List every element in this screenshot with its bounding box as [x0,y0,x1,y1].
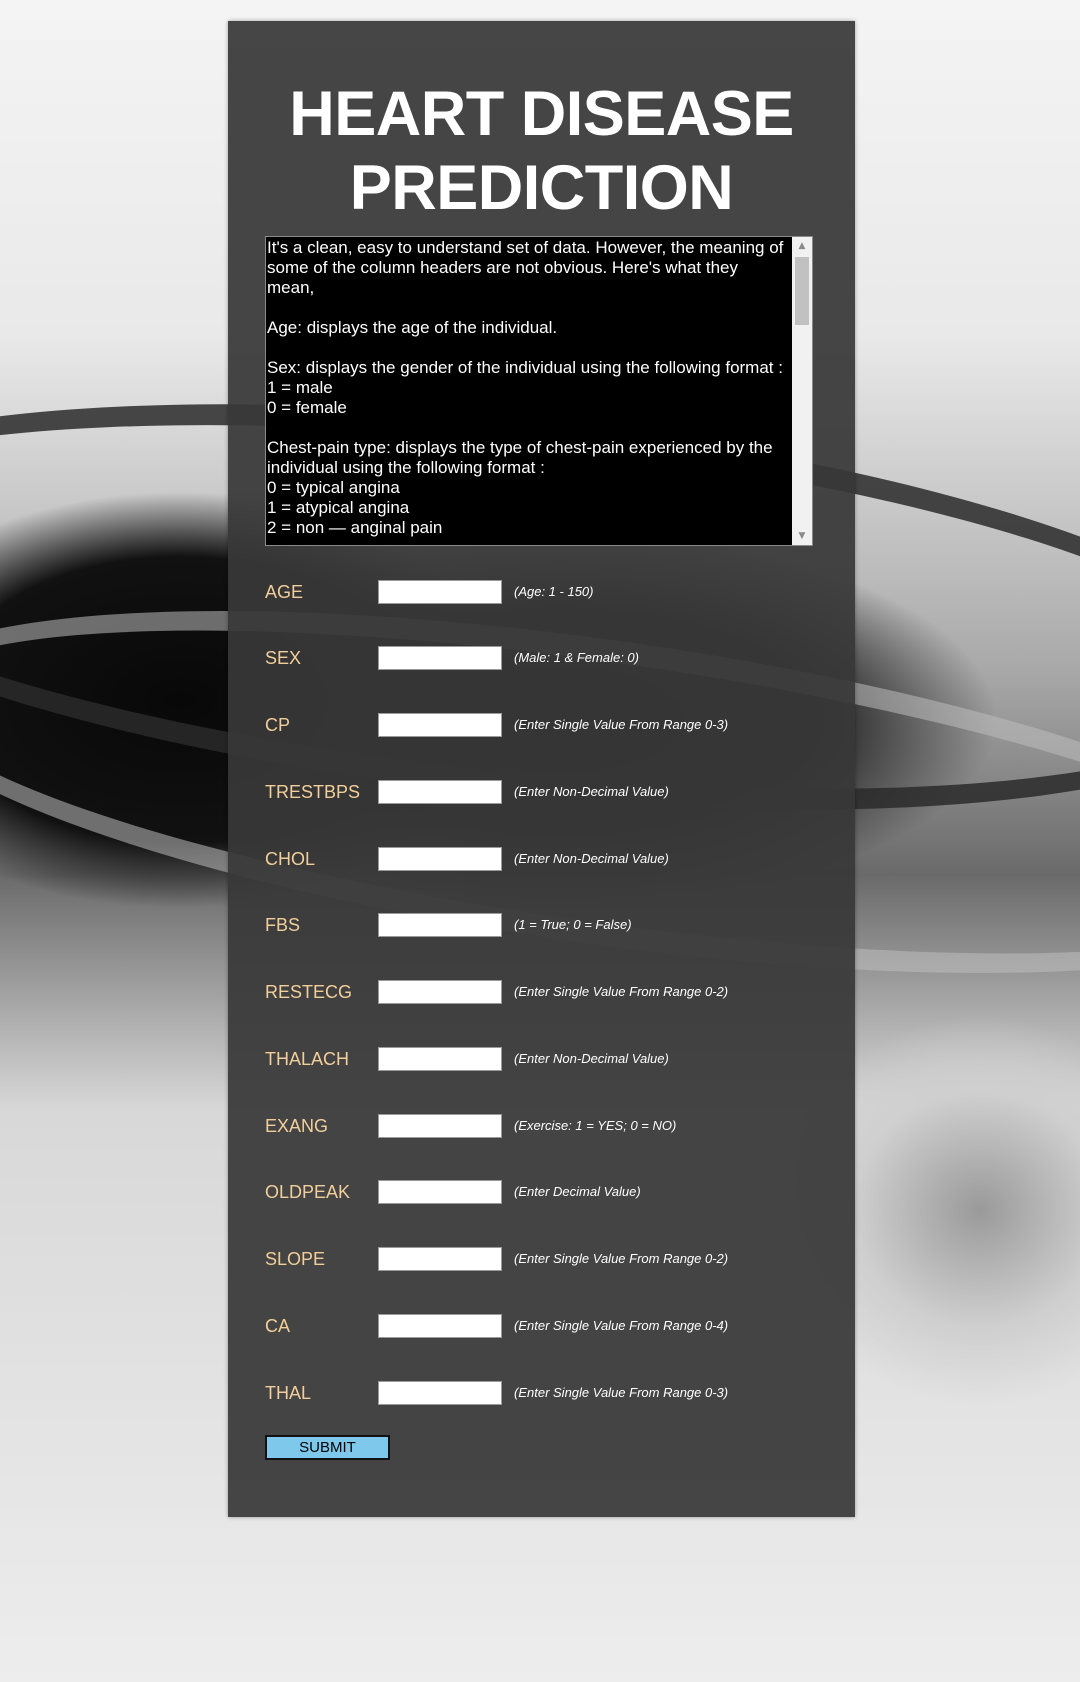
cp-input[interactable] [378,713,502,737]
chol-label: CHOL [265,849,316,869]
exang-hint: (Exercise: 1 = YES; 0 = NO) [514,1118,677,1133]
sex-input[interactable] [378,646,502,670]
fbs-input[interactable] [378,913,502,937]
exang-input[interactable] [378,1114,502,1138]
age-input[interactable] [378,580,502,604]
age-label: AGE [265,582,304,602]
trestbps-label: TRESTBPS [265,782,361,802]
thalach-label: THALACH [265,1049,350,1069]
oldpeak-input[interactable] [378,1180,502,1204]
description-text: It's a clean, easy to understand set of … [267,238,784,537]
oldpeak-hint: (Enter Decimal Value) [514,1184,641,1199]
cp-label: CP [265,715,291,735]
restecg-label: RESTECG [265,982,353,1002]
sex-label: SEX [265,648,302,668]
trestbps-input[interactable] [378,780,502,804]
description-scrollbar[interactable]: ▲ ▼ [792,237,812,545]
cp-hint: (Enter Single Value From Range 0-3) [514,717,729,732]
slope-input[interactable] [378,1247,502,1271]
thalach-hint: (Enter Non-Decimal Value) [514,1051,669,1066]
fbs-hint: (1 = True; 0 = False) [514,917,632,932]
prediction-form-card: HEART DISEASE PREDICTION It's a clean, e… [228,21,855,1517]
scroll-up-arrow-icon[interactable]: ▲ [792,238,812,254]
slope-hint: (Enter Single Value From Range 0-2) [514,1251,729,1266]
thal-input[interactable] [378,1381,502,1405]
restecg-hint: (Enter Single Value From Range 0-2) [514,984,729,999]
ca-hint: (Enter Single Value From Range 0-4) [514,1318,729,1333]
thal-hint: (Enter Single Value From Range 0-3) [514,1385,729,1400]
fbs-label: FBS [265,915,301,935]
submit-button[interactable]: SUBMIT [265,1435,390,1460]
chol-hint: (Enter Non-Decimal Value) [514,851,669,866]
description-textarea[interactable]: It's a clean, easy to understand set of … [265,236,813,546]
ca-label: CA [265,1316,291,1336]
slope-label: SLOPE [265,1249,326,1269]
restecg-input[interactable] [378,980,502,1004]
thalach-input[interactable] [378,1047,502,1071]
trestbps-hint: (Enter Non-Decimal Value) [514,784,669,799]
sex-hint: (Male: 1 & Female: 0) [514,650,639,665]
thal-label: THAL [265,1383,312,1403]
scroll-down-arrow-icon[interactable]: ▼ [792,528,812,544]
age-hint: (Age: 1 - 150) [514,584,594,599]
chol-input[interactable] [378,847,502,871]
oldpeak-label: OLDPEAK [265,1182,351,1202]
ca-input[interactable] [378,1314,502,1338]
scroll-thumb[interactable] [795,257,809,325]
exang-label: EXANG [265,1116,329,1136]
page-title: HEART DISEASE PREDICTION [289,79,794,223]
